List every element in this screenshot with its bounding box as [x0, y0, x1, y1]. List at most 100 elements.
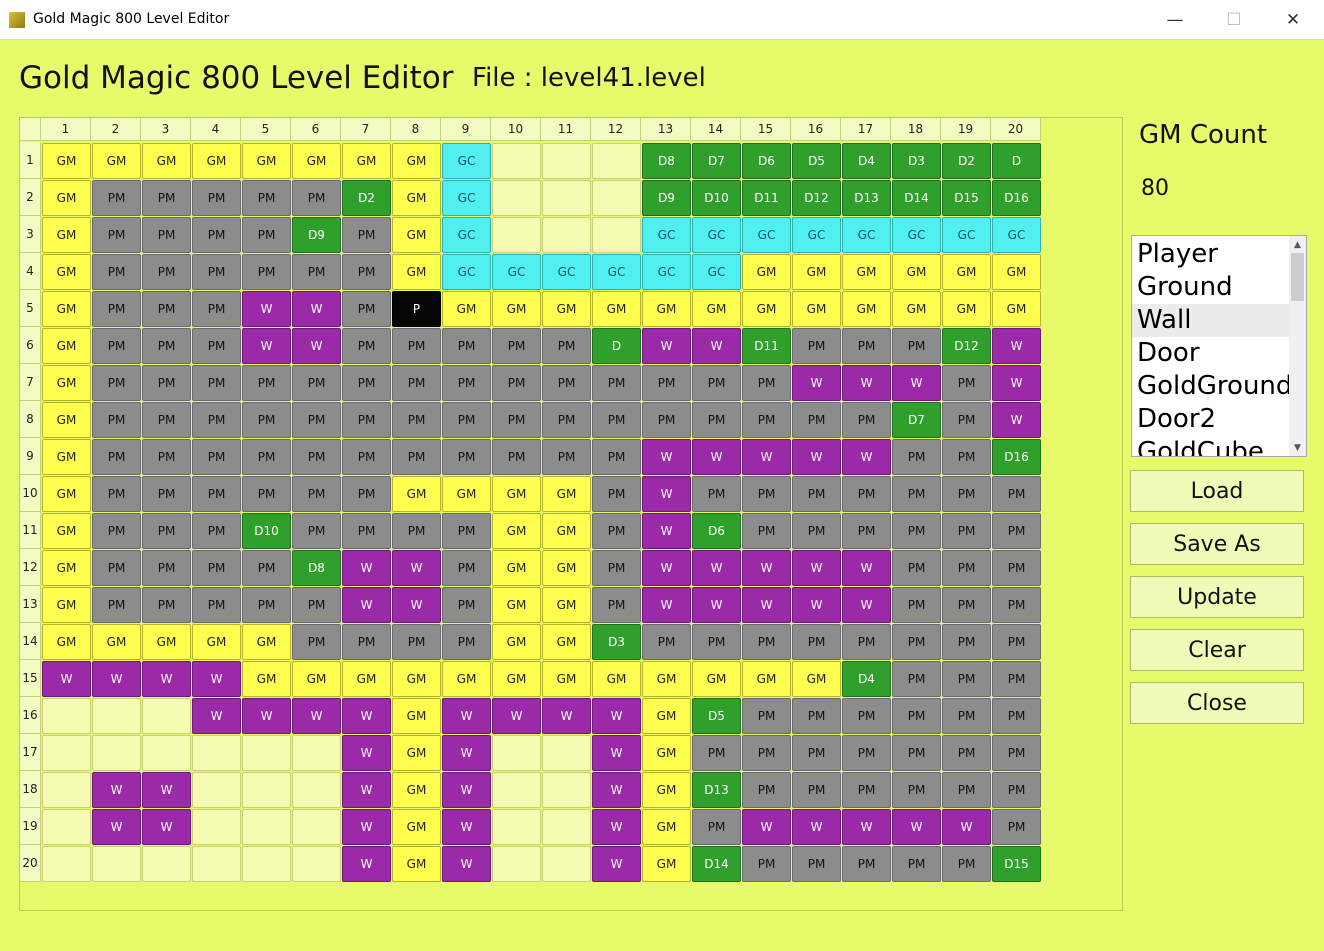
grid-cell[interactable]: GM: [542, 661, 591, 697]
grid-cell[interactable]: PM: [992, 624, 1041, 660]
grid-cell[interactable]: PM: [392, 402, 441, 438]
close-window-button[interactable]: ✕: [1270, 0, 1316, 40]
grid-cell[interactable]: D: [992, 143, 1041, 179]
grid-cell[interactable]: GC: [442, 217, 491, 253]
grid-cell[interactable]: W: [842, 809, 891, 845]
grid-cell[interactable]: W: [642, 587, 691, 623]
grid-cell[interactable]: GC: [842, 217, 891, 253]
grid-cell[interactable]: PM: [192, 550, 241, 586]
grid-cell[interactable]: GM: [342, 661, 391, 697]
grid-cell[interactable]: PM: [842, 328, 891, 364]
grid-cell[interactable]: PM: [92, 180, 141, 216]
grid-cell[interactable]: W: [392, 550, 441, 586]
grid-cell[interactable]: PM: [592, 587, 641, 623]
grid-cell[interactable]: W: [692, 550, 741, 586]
grid-cell[interactable]: [92, 698, 141, 734]
minimize-button[interactable]: —: [1152, 0, 1198, 40]
grid-cell[interactable]: D2: [342, 180, 391, 216]
grid-cell[interactable]: GC: [592, 254, 641, 290]
clear-button[interactable]: Clear: [1130, 629, 1304, 671]
grid-cell[interactable]: PM: [442, 550, 491, 586]
grid-cell[interactable]: GM: [742, 661, 791, 697]
grid-cell[interactable]: PM: [692, 735, 741, 771]
grid-cell[interactable]: D3: [892, 143, 941, 179]
grid-cell[interactable]: GM: [392, 476, 441, 512]
grid-cell[interactable]: [142, 698, 191, 734]
grid-cell[interactable]: PM: [442, 624, 491, 660]
grid-cell[interactable]: D3: [592, 624, 641, 660]
grid-cell[interactable]: [492, 180, 541, 216]
grid-cell[interactable]: GC: [892, 217, 941, 253]
grid-cell[interactable]: D9: [642, 180, 691, 216]
grid-cell[interactable]: [92, 735, 141, 771]
grid-cell[interactable]: PM: [892, 624, 941, 660]
grid-cell[interactable]: [492, 735, 541, 771]
grid-cell[interactable]: P: [392, 291, 441, 327]
grid-cell[interactable]: PM: [942, 402, 991, 438]
grid-cell[interactable]: W: [692, 328, 741, 364]
grid-cell[interactable]: GM: [192, 143, 241, 179]
grid-cell[interactable]: W: [292, 328, 341, 364]
grid-cell[interactable]: PM: [192, 291, 241, 327]
grid-cell[interactable]: W: [342, 809, 391, 845]
grid-cell[interactable]: GC: [942, 217, 991, 253]
grid-cell[interactable]: GM: [642, 809, 691, 845]
grid-cell[interactable]: [542, 180, 591, 216]
grid-cell[interactable]: PM: [492, 439, 541, 475]
grid-cell[interactable]: GM: [442, 291, 491, 327]
grid-cell[interactable]: PM: [342, 624, 391, 660]
grid-cell[interactable]: [492, 809, 541, 845]
grid-cell[interactable]: D6: [742, 143, 791, 179]
grid-cell[interactable]: PM: [292, 587, 341, 623]
grid-cell[interactable]: [592, 143, 641, 179]
grid-cell[interactable]: PM: [292, 254, 341, 290]
grid-cell[interactable]: GC: [442, 254, 491, 290]
grid-cell[interactable]: GM: [42, 217, 91, 253]
grid-cell[interactable]: GM: [42, 624, 91, 660]
grid-cell[interactable]: D16: [992, 180, 1041, 216]
grid-cell[interactable]: GM: [42, 550, 91, 586]
grid-cell[interactable]: PM: [942, 624, 991, 660]
grid-cell[interactable]: PM: [92, 217, 141, 253]
grid-cell[interactable]: GM: [42, 254, 91, 290]
grid-cell[interactable]: GM: [42, 365, 91, 401]
grid-cell[interactable]: PM: [942, 439, 991, 475]
grid-cell[interactable]: W: [642, 476, 691, 512]
grid-cell[interactable]: GM: [42, 476, 91, 512]
grid-cell[interactable]: PM: [142, 550, 191, 586]
grid-cell[interactable]: PM: [842, 772, 891, 808]
list-item-player[interactable]: Player: [1132, 238, 1289, 271]
grid-cell[interactable]: PM: [242, 180, 291, 216]
grid-cell[interactable]: PM: [92, 476, 141, 512]
grid-cell[interactable]: PM: [792, 402, 841, 438]
grid-cell[interactable]: GM: [842, 254, 891, 290]
grid-cell[interactable]: [242, 772, 291, 808]
list-item-wall[interactable]: Wall: [1132, 304, 1289, 337]
grid-cell[interactable]: [42, 698, 91, 734]
grid-cell[interactable]: D: [592, 328, 641, 364]
grid-cell[interactable]: PM: [792, 735, 841, 771]
grid-cell[interactable]: [542, 846, 591, 882]
grid-cell[interactable]: [42, 772, 91, 808]
grid-cell[interactable]: PM: [142, 328, 191, 364]
grid-cell[interactable]: PM: [392, 439, 441, 475]
grid-cell[interactable]: GM: [892, 254, 941, 290]
grid-cell[interactable]: W: [392, 587, 441, 623]
grid-cell[interactable]: PM: [342, 291, 391, 327]
grid-cell[interactable]: PM: [642, 402, 691, 438]
grid-cell[interactable]: PM: [92, 513, 141, 549]
grid-cell[interactable]: PM: [992, 772, 1041, 808]
grid-cell[interactable]: GC: [442, 143, 491, 179]
grid-cell[interactable]: PM: [92, 254, 141, 290]
grid-cell[interactable]: [492, 772, 541, 808]
grid-cell[interactable]: GM: [692, 291, 741, 327]
grid-cell[interactable]: PM: [892, 587, 941, 623]
grid-cell[interactable]: GM: [142, 624, 191, 660]
grid-cell[interactable]: W: [792, 365, 841, 401]
grid-cell[interactable]: PM: [542, 328, 591, 364]
grid-cell[interactable]: PM: [742, 735, 791, 771]
grid-cell[interactable]: PM: [742, 365, 791, 401]
grid-cell[interactable]: GM: [642, 846, 691, 882]
grid-cell[interactable]: PM: [142, 180, 191, 216]
grid-cell[interactable]: PM: [192, 328, 241, 364]
